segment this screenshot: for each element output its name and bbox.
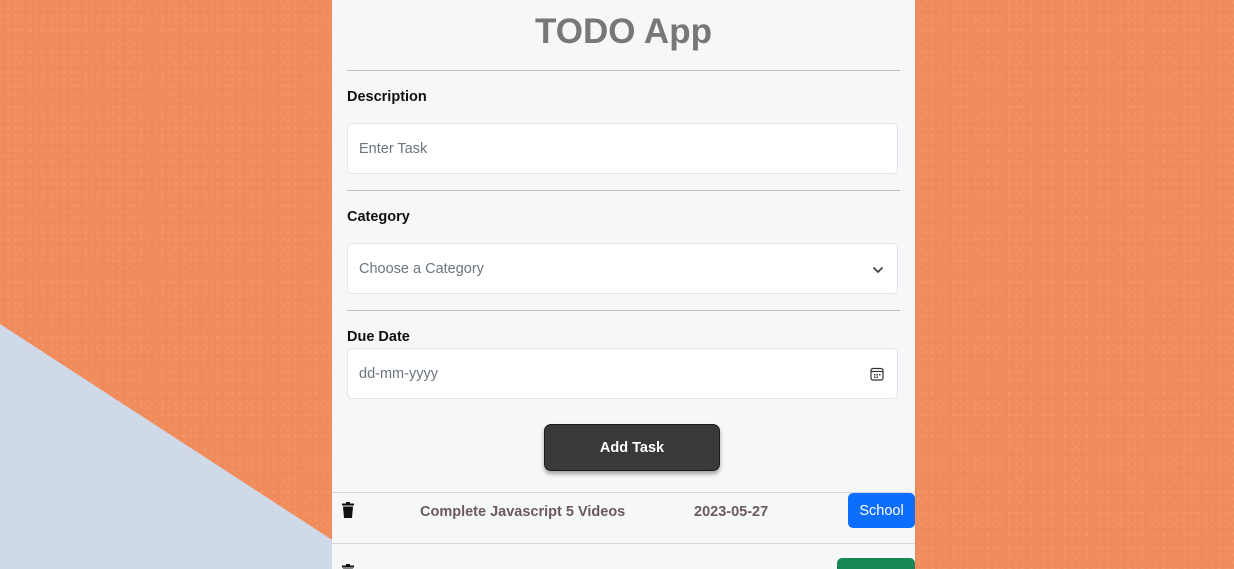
description-input[interactable]: Enter Task bbox=[347, 123, 898, 174]
add-task-button[interactable]: Add Task bbox=[544, 424, 720, 471]
divider bbox=[347, 310, 900, 311]
todo-panel: TODO App Description Enter Task Category… bbox=[332, 0, 915, 569]
category-badge bbox=[837, 558, 915, 569]
divider bbox=[347, 70, 900, 71]
due-date-input[interactable]: dd-mm-yyyy bbox=[347, 348, 898, 399]
description-placeholder: Enter Task bbox=[359, 141, 428, 157]
due-date-placeholder: dd-mm-yyyy bbox=[359, 366, 438, 382]
app-title: TODO App bbox=[535, 12, 712, 51]
category-label: Category bbox=[347, 209, 410, 225]
trash-icon[interactable] bbox=[342, 502, 354, 518]
task-description: Complete Javascript 5 Videos bbox=[420, 504, 626, 520]
description-label: Description bbox=[347, 89, 427, 105]
task-row: Complete Javascript 5 Videos 2023-05-27 … bbox=[332, 492, 915, 542]
chevron-down-icon bbox=[873, 267, 883, 273]
calendar-icon[interactable] bbox=[870, 367, 884, 381]
due-date-label: Due Date bbox=[347, 329, 410, 345]
category-select[interactable]: Choose a Category bbox=[347, 243, 898, 294]
task-due-date: 2023-05-27 bbox=[694, 504, 769, 520]
trash-icon[interactable] bbox=[342, 564, 354, 569]
category-placeholder: Choose a Category bbox=[359, 261, 484, 277]
task-row bbox=[332, 543, 915, 569]
category-badge: School bbox=[848, 493, 915, 528]
divider bbox=[347, 190, 900, 191]
